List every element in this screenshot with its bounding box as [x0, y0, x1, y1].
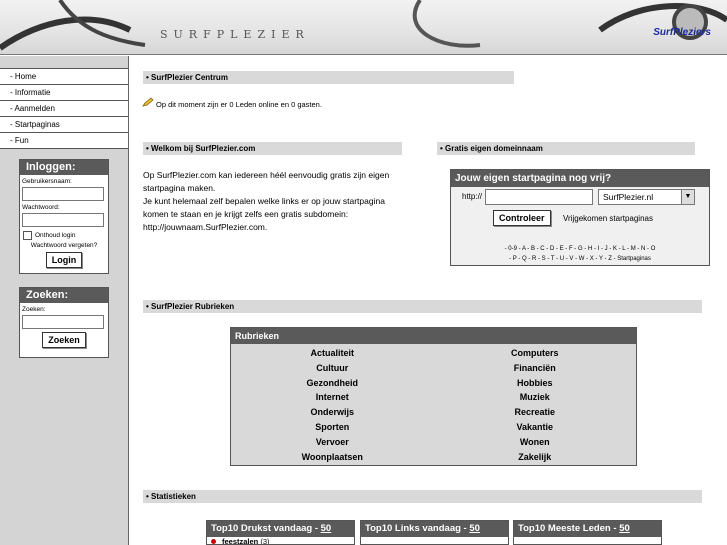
search-box: Zoeken: Zoeken: Zoeken	[19, 287, 109, 358]
remember-row: Onthoud login	[23, 231, 108, 240]
rubriek-link[interactable]: Computers	[434, 346, 637, 361]
letter-index-row1[interactable]: - 0-9 - A - B - C - D - E - F - G - H - …	[451, 244, 709, 254]
rubriek-link[interactable]: Hobbies	[434, 376, 637, 391]
forgot-password-link[interactable]: Wachtwoord vergeten?	[20, 242, 108, 249]
free-startpages-link[interactable]: Vrijgekomen startpaginas	[563, 214, 653, 223]
stat-row[interactable]: feestzalen (3)	[207, 537, 354, 545]
stat-box-title-text: Top10 Meeste Leden -	[518, 523, 620, 534]
rubriek-link[interactable]: Woonplaatsen	[231, 450, 434, 465]
rubriek-link[interactable]: Wonen	[434, 435, 637, 450]
stat-box-leden: Top10 Meeste Leden - 50	[513, 520, 662, 545]
stat-box-links: Top10 Links vandaag - 50	[360, 520, 509, 545]
check-domain-button[interactable]: Controleer	[493, 210, 551, 226]
domain-panel-title: Jouw eigen startpagina nog vrij?	[451, 170, 709, 187]
domain-section-title: • Gratis eigen domeinnaam	[437, 142, 695, 155]
online-status-text: Op dit moment zijn er 0 Leden online en …	[156, 100, 322, 109]
chevron-down-icon[interactable]: ▼	[681, 190, 694, 204]
subdomain-input[interactable]	[485, 189, 593, 205]
stat-box-title: Top10 Meeste Leden - 50	[514, 521, 661, 537]
rubriek-link[interactable]: Actualiteit	[231, 346, 434, 361]
search-input[interactable]	[22, 315, 104, 329]
username-input[interactable]	[22, 187, 104, 201]
stat-box-title-text: Top10 Links vandaag -	[365, 523, 470, 534]
rubriek-link[interactable]: Gezondheid	[231, 376, 434, 391]
stat-box-title: Top10 Links vandaag - 50	[361, 521, 508, 537]
rubrieken-panel-title: Rubrieken	[231, 328, 636, 344]
rubriek-link[interactable]: Vakantie	[434, 420, 637, 435]
welcome-text: Op SurfPlezier.com kan iedereen héél een…	[143, 169, 433, 234]
login-button[interactable]: Login	[45, 252, 83, 268]
remember-label: Onthoud login	[35, 232, 76, 239]
main-nav: - Home - Informatie - Aanmelden - Startp…	[0, 68, 128, 149]
http-prefix: http://	[462, 192, 483, 201]
nav-item-informatie[interactable]: - Informatie	[0, 85, 128, 101]
welcome-line: Je kunt helemaal zelf bepalen welke link…	[143, 196, 385, 206]
rubriek-link[interactable]: Recreatie	[434, 405, 637, 420]
rubriek-link[interactable]: Internet	[231, 390, 434, 405]
search-label: Zoeken:	[22, 306, 46, 313]
remember-checkbox[interactable]	[23, 231, 32, 240]
stat-box-more-link[interactable]: 50	[619, 523, 630, 534]
stat-box-title: Top10 Drukst vandaag - 50	[207, 521, 354, 537]
stat-row-name: feestzalen	[222, 537, 259, 545]
rubriek-link[interactable]: Zakelijk	[434, 450, 637, 465]
domain-select[interactable]: SurfPlezier.nl ▼	[598, 189, 695, 205]
rubriek-link[interactable]: Onderwijs	[231, 405, 434, 420]
letter-index-row2[interactable]: - P - Q - R - S - T - U - V - W - X - Y …	[451, 254, 709, 264]
rubrieken-panel: Rubrieken Actualiteit Computers Cultuur …	[230, 327, 637, 466]
domain-check-panel: Jouw eigen startpagina nog vrij? http://…	[450, 169, 710, 266]
pencil-icon	[142, 97, 154, 107]
nav-item-startpaginas[interactable]: - Startpaginas	[0, 117, 128, 133]
rubrieken-grid: Actualiteit Computers Cultuur Financiën …	[231, 344, 636, 464]
rubriek-link[interactable]: Muziek	[434, 390, 637, 405]
welcome-section-title: • Welkom bij SurfPlezier.com	[143, 142, 402, 155]
stats-section-title: • Statistieken	[143, 490, 702, 503]
stat-box-more-link[interactable]: 50	[469, 523, 480, 534]
login-title: Inloggen:	[20, 160, 108, 175]
welcome-line: Op SurfPlezier.com kan iedereen héél een…	[143, 170, 390, 180]
rubriek-link[interactable]: Sporten	[231, 420, 434, 435]
rubriek-link[interactable]: Cultuur	[231, 361, 434, 376]
welcome-line: http://jouwnaam.SurfPlezier.com.	[143, 222, 268, 232]
stat-row-count: (3)	[260, 537, 270, 545]
centrum-section-title: • SurfPlezier Centrum	[143, 71, 514, 84]
bullet-icon	[211, 539, 216, 544]
domain-select-value: SurfPlezier.nl	[603, 192, 654, 202]
search-title: Zoeken:	[20, 288, 108, 303]
nav-item-aanmelden[interactable]: - Aanmelden	[0, 101, 128, 117]
site-header: SURFPLEZIER SurfPleziers	[0, 0, 727, 55]
stat-box-title-text: Top10 Drukst vandaag -	[211, 523, 321, 534]
rubrieken-section-title: • SurfPlezier Rubrieken	[143, 300, 702, 313]
password-input[interactable]	[22, 213, 104, 227]
nav-item-fun[interactable]: - Fun	[0, 133, 128, 149]
site-logo-text: SURFPLEZIER	[160, 28, 310, 41]
username-label: Gebruikersnaam:	[22, 178, 72, 185]
stat-box-more-link[interactable]: 50	[321, 523, 332, 534]
site-brand[interactable]: SurfPleziers	[653, 27, 711, 38]
stat-box-drukst: Top10 Drukst vandaag - 50 feestzalen (3)	[206, 520, 355, 545]
login-box: Inloggen: Gebruikersnaam: Wachtwoord: On…	[19, 159, 109, 274]
sidebar: - Home - Informatie - Aanmelden - Startp…	[0, 56, 129, 545]
welcome-line: komen te staan en je krijgt zelfs een gr…	[143, 209, 349, 219]
rubriek-link[interactable]: Vervoer	[231, 435, 434, 450]
rubriek-link[interactable]: Financiën	[434, 361, 637, 376]
password-label: Wachtwoord:	[22, 204, 60, 211]
stethoscope-graphic	[0, 0, 727, 51]
search-button[interactable]: Zoeken	[42, 332, 86, 348]
welcome-line: startpagina maken.	[143, 183, 216, 193]
nav-item-home[interactable]: - Home	[0, 69, 128, 85]
